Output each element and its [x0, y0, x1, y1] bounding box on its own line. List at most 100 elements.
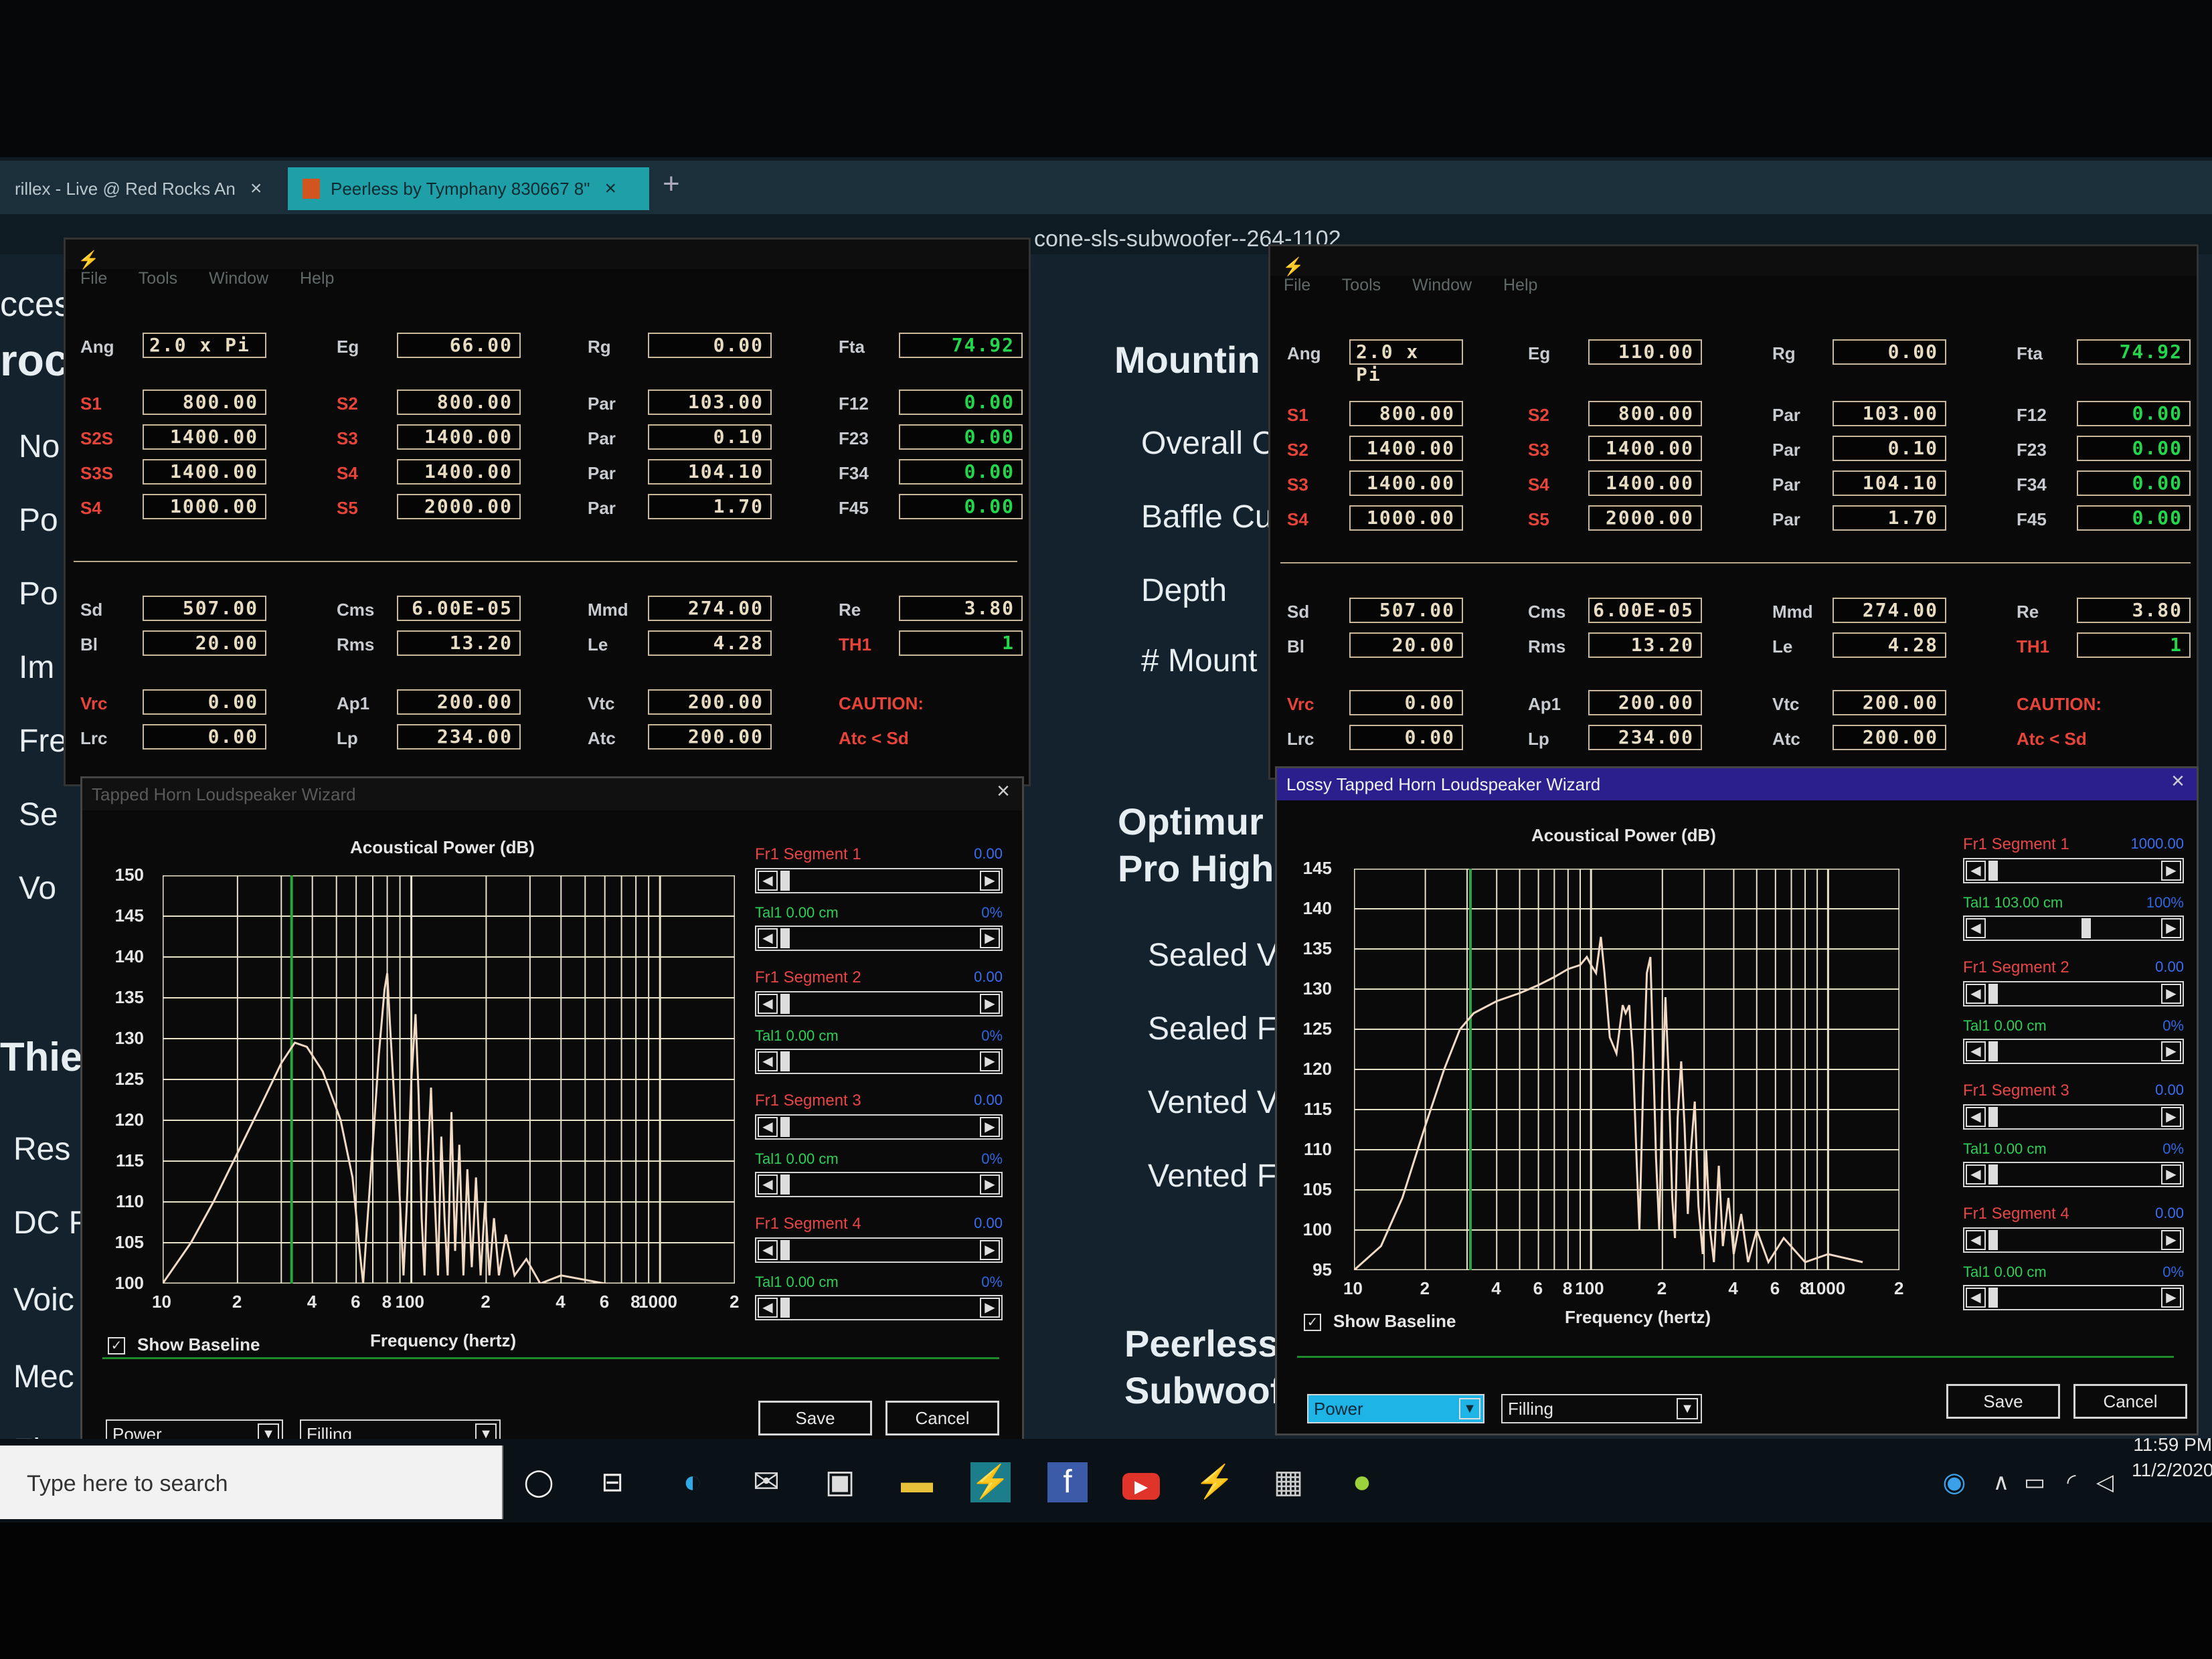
hornresp-input-window-right[interactable]: ⚡ File Tools Window Help Ang 2.0 x Pi Eg 11… — [1268, 244, 2199, 780]
slider-left-arrow-icon[interactable]: ◀ — [758, 871, 778, 891]
slider-left-arrow-icon[interactable]: ◀ — [1966, 1041, 1986, 1061]
section-field[interactable]: 800.00 — [1349, 401, 1463, 426]
task-view-icon[interactable]: ⊟ — [592, 1462, 632, 1502]
slider-left-arrow-icon[interactable]: ◀ — [1966, 1230, 1986, 1250]
browser-tab-peerless[interactable]: Peerless by Tymphany 830667 8" × — [288, 167, 649, 210]
param-field-ap1[interactable]: 200.00 — [397, 689, 521, 715]
param-field-th1[interactable]: 1 — [899, 630, 1023, 656]
param-field-rg[interactable]: 0.00 — [648, 333, 772, 358]
network-status-icon[interactable]: ◉ — [1934, 1462, 1974, 1502]
menu-help[interactable]: Help — [1503, 276, 1537, 294]
param-field-vtc[interactable]: 200.00 — [648, 689, 772, 715]
filling-dropdown[interactable]: Filling ▼ — [1501, 1394, 1702, 1423]
section-field[interactable]: 0.00 — [899, 494, 1023, 519]
param-field-ap1[interactable]: 200.00 — [1588, 690, 1702, 715]
section-field[interactable]: 1000.00 — [1349, 505, 1463, 531]
new-tab-button[interactable]: + — [663, 167, 680, 201]
segment-frequency-slider[interactable]: ◀ ▶ — [1963, 981, 2184, 1007]
param-field-th1[interactable]: 1 — [2077, 632, 2191, 658]
close-icon[interactable]: × — [604, 177, 616, 200]
param-field-lrc[interactable]: 0.00 — [1349, 725, 1463, 750]
menu-tools[interactable]: Tools — [139, 269, 177, 288]
tapped-horn-wizard-left[interactable]: Tapped Horn Loudspeaker Wizard × Acousti… — [80, 776, 1024, 1446]
slider-thumb[interactable] — [780, 1117, 790, 1137]
slider-thumb[interactable] — [1988, 1164, 1998, 1185]
menu-file[interactable]: File — [80, 269, 107, 288]
slider-right-arrow-icon[interactable]: ▶ — [980, 1051, 1000, 1071]
section-field[interactable]: 1.70 — [1833, 505, 1946, 531]
slider-right-arrow-icon[interactable]: ▶ — [980, 871, 1000, 891]
section-field[interactable]: 0.00 — [899, 459, 1023, 485]
section-field[interactable]: 0.00 — [2077, 436, 2191, 461]
param-field-bl[interactable]: 20.00 — [1349, 632, 1463, 658]
section-field[interactable]: 1400.00 — [143, 424, 266, 450]
param-field-vrc[interactable]: 0.00 — [143, 689, 266, 715]
section-field[interactable]: 0.00 — [2077, 401, 2191, 426]
param-field-bl[interactable]: 20.00 — [143, 630, 266, 656]
slider-right-arrow-icon[interactable]: ▶ — [980, 1174, 1000, 1195]
segment-frequency-slider[interactable]: ◀ ▶ — [755, 868, 1003, 893]
segment-frequency-slider[interactable]: ◀ ▶ — [755, 1237, 1003, 1263]
grid-app-icon[interactable]: ▦ — [1268, 1462, 1308, 1502]
show-baseline-checkbox[interactable]: ✓ — [1304, 1314, 1321, 1331]
slider-thumb[interactable] — [780, 994, 790, 1014]
close-icon[interactable]: × — [997, 778, 1010, 804]
section-field[interactable]: 103.00 — [1833, 401, 1946, 426]
section-field[interactable]: 800.00 — [1588, 401, 1702, 426]
section-field[interactable]: 103.00 — [648, 389, 772, 415]
slider-left-arrow-icon[interactable]: ◀ — [758, 1298, 778, 1318]
slider-thumb[interactable] — [2081, 918, 2091, 938]
slider-thumb[interactable] — [1988, 1288, 1998, 1308]
lossy-tapped-horn-wizard-right[interactable]: Lossy Tapped Horn Loudspeaker Wizard × A… — [1275, 766, 2199, 1435]
menu-tools[interactable]: Tools — [1342, 276, 1381, 294]
file-explorer-icon[interactable]: ▬ — [897, 1462, 937, 1502]
param-field-cms[interactable]: 6.00E-05 — [397, 596, 521, 621]
slider-thumb[interactable] — [1988, 1230, 1998, 1250]
slider-thumb[interactable] — [1988, 1041, 1998, 1061]
section-field[interactable]: 1000.00 — [143, 494, 266, 519]
segment-length-slider[interactable]: ◀ ▶ — [755, 926, 1003, 951]
param-field-ang[interactable]: 2.0 x Pi — [143, 333, 266, 358]
section-field[interactable]: 1400.00 — [397, 459, 521, 485]
section-field[interactable]: 1400.00 — [1588, 436, 1702, 461]
param-field-mmd[interactable]: 274.00 — [648, 596, 772, 621]
slider-right-arrow-icon[interactable]: ▶ — [980, 928, 1000, 948]
param-field-atc[interactable]: 200.00 — [648, 724, 772, 750]
segment-length-slider[interactable]: ◀ ▶ — [1963, 1162, 2184, 1187]
section-field[interactable]: 2000.00 — [1588, 505, 1702, 531]
edge-browser-icon[interactable]: ◐ — [673, 1462, 713, 1502]
slider-left-arrow-icon[interactable]: ◀ — [758, 928, 778, 948]
cancel-button[interactable]: Cancel — [2073, 1384, 2187, 1419]
section-field[interactable]: 0.00 — [2077, 505, 2191, 531]
browser-tab-red-rocks[interactable]: rillex - Live @ Red Rocks An × — [0, 167, 281, 210]
slider-left-arrow-icon[interactable]: ◀ — [1966, 1164, 1986, 1185]
slider-right-arrow-icon[interactable]: ▶ — [980, 1117, 1000, 1137]
param-field-rms[interactable]: 13.20 — [397, 630, 521, 656]
segment-frequency-slider[interactable]: ◀ ▶ — [1963, 1227, 2184, 1253]
slider-left-arrow-icon[interactable]: ◀ — [758, 1174, 778, 1195]
hornresp-alt-icon[interactable]: ⚡ — [1195, 1462, 1235, 1502]
section-field[interactable]: 1400.00 — [143, 459, 266, 485]
show-baseline-checkbox[interactable]: ✓ — [108, 1337, 125, 1355]
param-field-rms[interactable]: 13.20 — [1588, 632, 1702, 658]
section-field[interactable]: 0.00 — [899, 424, 1023, 450]
slider-left-arrow-icon[interactable]: ◀ — [758, 1117, 778, 1137]
taskbar-clock[interactable]: 11:59 PM 11/2/2020 — [2132, 1432, 2212, 1483]
section-field[interactable]: 0.00 — [899, 389, 1023, 415]
slider-thumb[interactable] — [1988, 861, 1998, 881]
section-field[interactable]: 1400.00 — [397, 424, 521, 450]
section-field[interactable]: 800.00 — [397, 389, 521, 415]
segment-frequency-slider[interactable]: ◀ ▶ — [755, 1114, 1003, 1140]
slider-left-arrow-icon[interactable]: ◀ — [758, 994, 778, 1014]
slider-right-arrow-icon[interactable]: ▶ — [2161, 984, 2181, 1004]
youtube-icon[interactable]: ▶ — [1121, 1462, 1161, 1502]
slider-left-arrow-icon[interactable]: ◀ — [758, 1240, 778, 1260]
menu-window[interactable]: Window — [1412, 276, 1472, 294]
param-field-lp[interactable]: 234.00 — [1588, 725, 1702, 750]
param-field-eg[interactable]: 66.00 — [397, 333, 521, 358]
slider-right-arrow-icon[interactable]: ▶ — [980, 1298, 1000, 1318]
slider-thumb[interactable] — [1988, 984, 1998, 1004]
section-field[interactable]: 0.10 — [648, 424, 772, 450]
segment-frequency-slider[interactable]: ◀ ▶ — [755, 991, 1003, 1017]
segment-length-slider[interactable]: ◀ ▶ — [755, 1295, 1003, 1320]
